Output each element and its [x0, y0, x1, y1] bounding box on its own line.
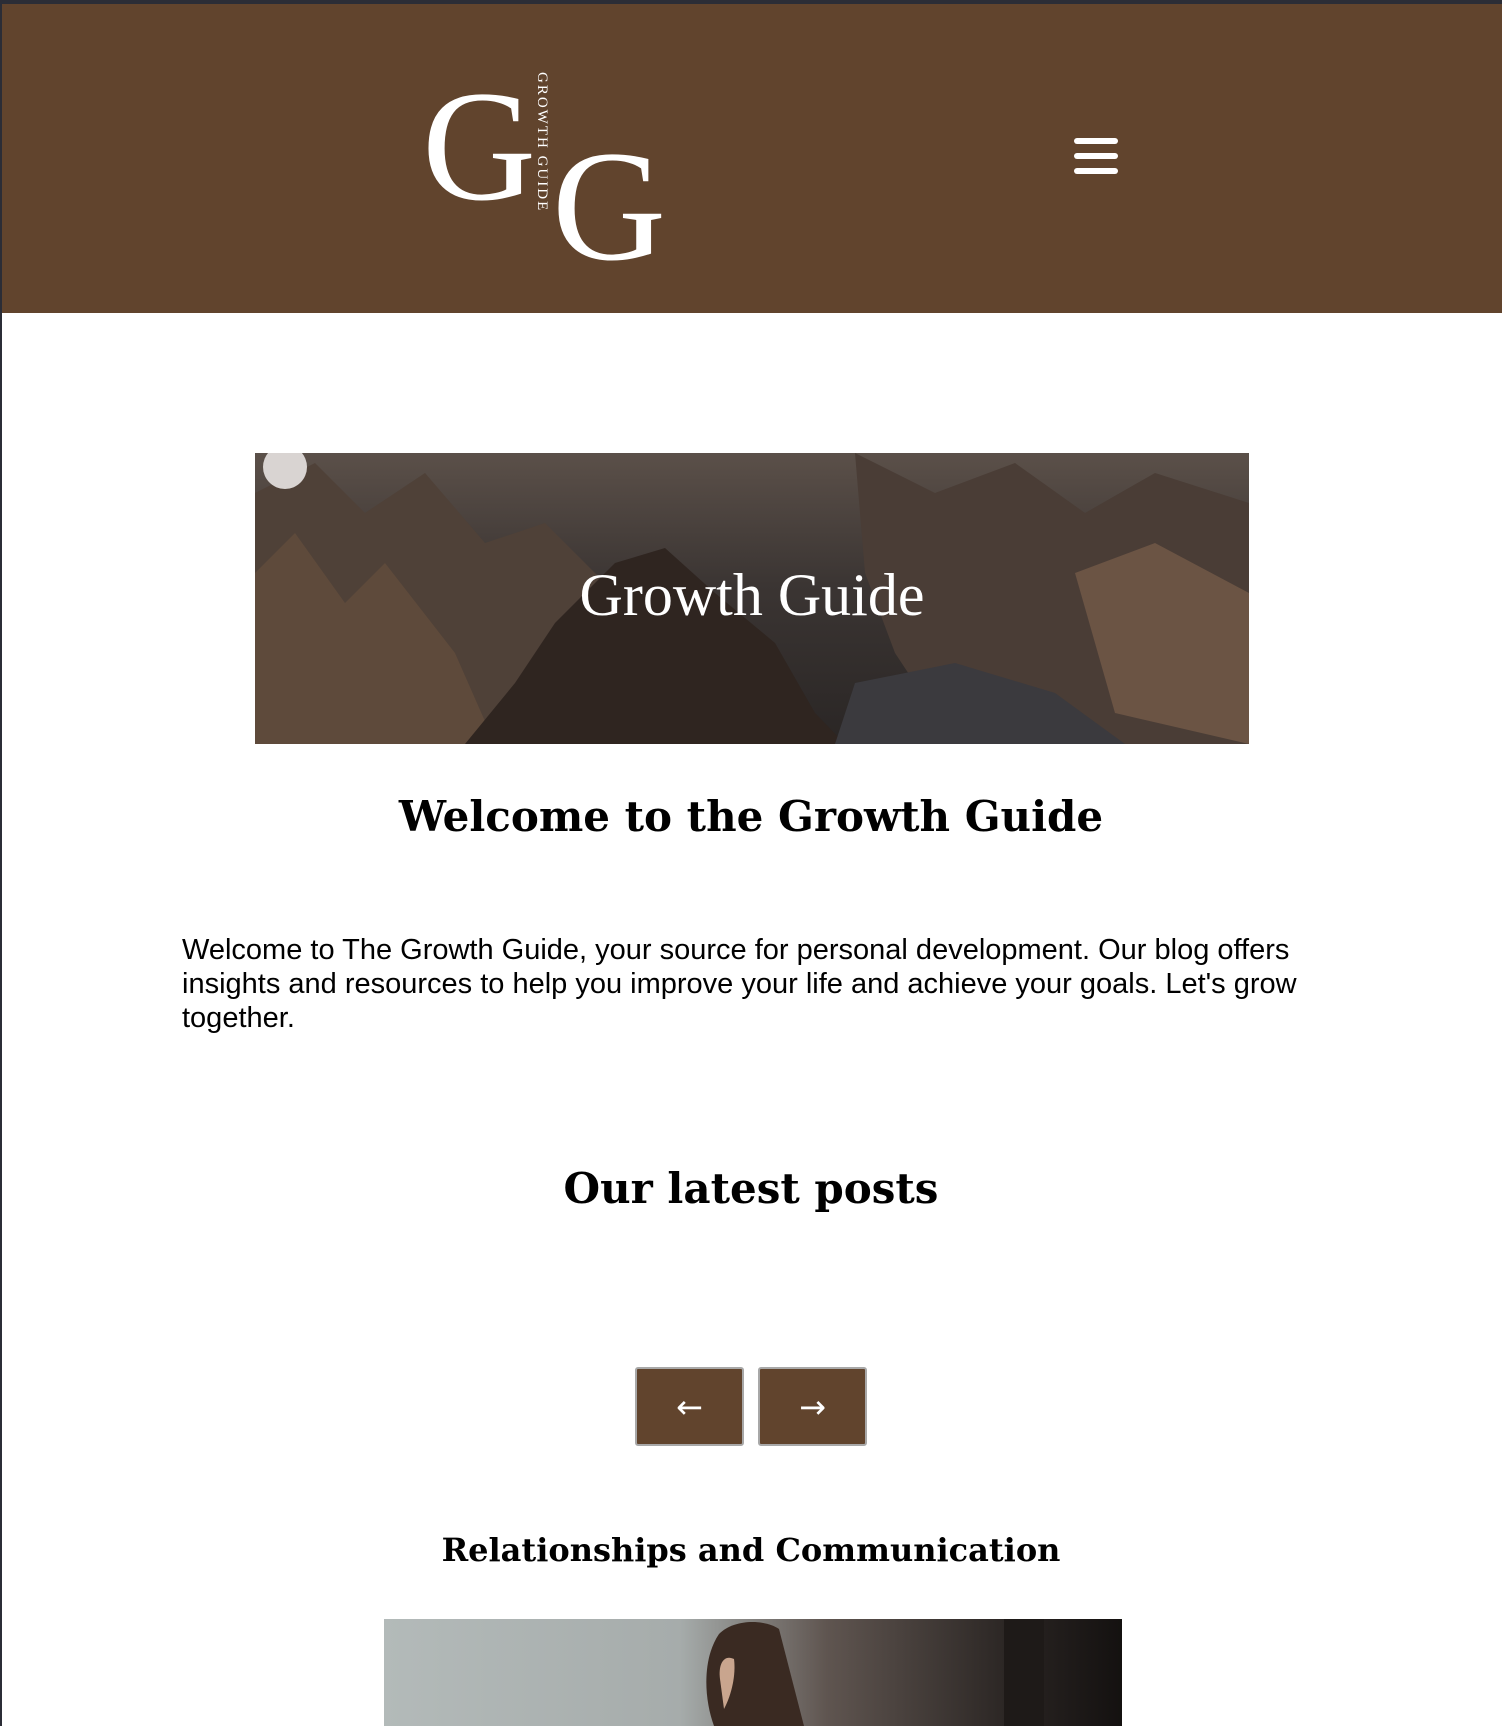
intro-paragraph: Welcome to The Growth Guide, your source…	[182, 934, 1297, 1034]
next-post-button[interactable]: →	[758, 1367, 867, 1446]
post-thumbnail-image[interactable]	[384, 1619, 1122, 1726]
site-logo[interactable]: G GROWTH GUIDE G	[422, 59, 666, 286]
logo-vertical-text: GROWTH GUIDE	[534, 72, 550, 213]
hamburger-menu-icon[interactable]	[1074, 138, 1120, 178]
welcome-heading: Welcome to the Growth Guide	[398, 792, 1104, 841]
hamburger-bar	[1074, 138, 1118, 144]
hamburger-bar	[1074, 153, 1118, 159]
logo-monogram-first: G	[422, 59, 537, 234]
woman-portrait-image	[706, 1619, 1044, 1726]
hamburger-bar	[1074, 168, 1118, 174]
hero-title: Growth Guide	[579, 562, 925, 628]
arrow-right-icon: →	[799, 1387, 826, 1426]
post-title[interactable]: Relationships and Communication	[0, 1531, 1502, 1569]
logo-monogram-second: G	[552, 119, 667, 294]
arrow-left-icon: ←	[676, 1387, 703, 1426]
site-header: G GROWTH GUIDE G	[2, 4, 1502, 313]
latest-posts-heading: Our latest posts	[563, 1164, 939, 1213]
hero-banner: Growth Guide	[255, 453, 1249, 744]
previous-post-button[interactable]: ←	[635, 1367, 744, 1446]
